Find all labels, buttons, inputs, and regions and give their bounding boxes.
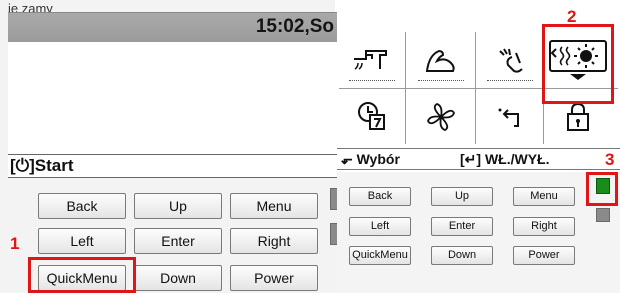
right-button[interactable]: Right (513, 217, 575, 236)
led-highlight-box (586, 172, 618, 206)
quickmenu-overlay-panel: 2 ⬐ Wybór [↵] WŁ./WYŁ. 3 Back Up Menu Le… (337, 0, 620, 293)
quickmenu-highlight-box (28, 257, 136, 293)
main-device-panel: ię zamy 15:02,So [⏻]Start Back Up Menu L… (0, 0, 338, 293)
left-button[interactable]: Left (349, 217, 411, 236)
annotation-number-3: 3 (605, 150, 615, 169)
quickmenu-button[interactable]: QuickMenu (349, 246, 411, 265)
menu-button[interactable]: Menu (513, 187, 575, 206)
faucet-hot-water-icon[interactable] (339, 32, 405, 88)
heating-icon-highlight-box (542, 24, 614, 104)
selection-footer: ⬐ Wybór [↵] WŁ./WYŁ. (337, 148, 620, 170)
return-arrow-icon[interactable] (477, 89, 543, 145)
back-button[interactable]: Back (349, 187, 411, 206)
power-button[interactable]: Power (513, 246, 575, 265)
up-button[interactable]: Up (134, 193, 222, 219)
up-button[interactable]: Up (431, 187, 493, 206)
down-button[interactable]: Down (431, 246, 493, 265)
down-button[interactable]: Down (134, 265, 222, 291)
display-screen (8, 42, 338, 154)
status-bar: 15:02,So (8, 12, 338, 42)
left-button[interactable]: Left (38, 228, 126, 254)
muscle-boost-icon[interactable] (408, 32, 474, 88)
start-label: [⏻]Start (10, 156, 74, 175)
right-button[interactable]: Right (230, 228, 318, 254)
start-line[interactable]: [⏻]Start (8, 154, 338, 178)
footer-wybor: ⬐ Wybór (341, 151, 400, 167)
enter-button[interactable]: Enter (431, 217, 493, 236)
status-time: 15:02,So (255, 16, 334, 37)
keypad-small: Back Up Menu Left Enter Right QuickMenu … (337, 172, 620, 293)
menu-button[interactable]: Menu (230, 193, 318, 219)
enter-button[interactable]: Enter (134, 228, 222, 254)
hand-touch-icon[interactable] (477, 32, 543, 88)
status-led-gray (596, 208, 610, 222)
footer-onoff: [↵] WŁ./WYŁ. (460, 151, 550, 167)
annotation-number-1: 1 (10, 234, 20, 253)
back-button[interactable]: Back (38, 193, 126, 219)
power-button[interactable]: Power (230, 265, 318, 291)
timer-program-icon[interactable] (339, 89, 405, 145)
fan-flower-icon[interactable] (408, 89, 474, 145)
